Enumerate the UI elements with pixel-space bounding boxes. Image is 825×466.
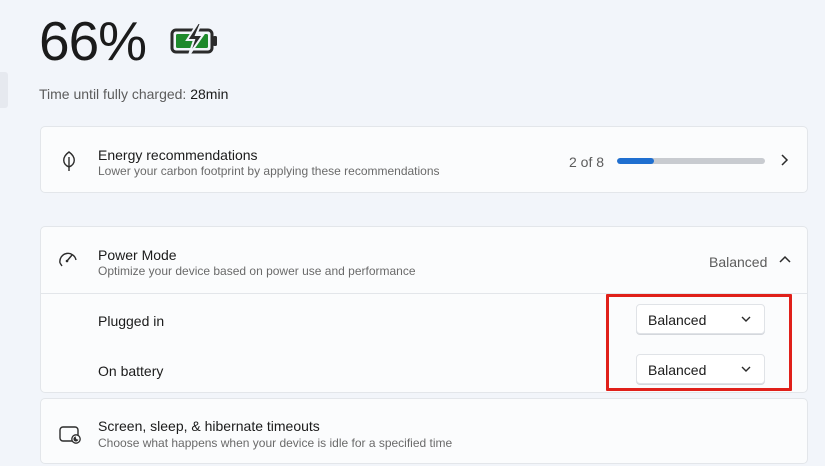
energy-progress-fill — [617, 158, 654, 164]
chevron-right-icon[interactable] — [779, 153, 791, 167]
power-mode-header[interactable]: Power Mode Optimize your device based on… — [41, 227, 807, 294]
nav-edge-indicator — [0, 72, 8, 108]
charge-time-label: Time until fully charged: — [39, 86, 187, 102]
screen-sleep-card[interactable]: Screen, sleep, & hibernate timeouts Choo… — [40, 398, 808, 464]
chevron-up-icon[interactable] — [778, 254, 792, 266]
power-mode-value: Balanced — [709, 254, 768, 270]
power-mode-title: Power Mode — [98, 247, 177, 263]
charge-time-value: 28min — [190, 86, 229, 102]
charge-time: Time until fully charged: 28min — [39, 86, 228, 102]
speedometer-icon — [59, 252, 77, 267]
screen-sleep-title: Screen, sleep, & hibernate timeouts — [98, 418, 320, 434]
energy-title: Energy recommendations — [98, 147, 258, 163]
battery-percent: 66% — [39, 10, 147, 72]
annotation-highlight-box — [606, 294, 792, 391]
on-battery-label: On battery — [98, 363, 164, 379]
screen-sleep-icon — [59, 426, 81, 444]
screen-sleep-subtitle: Choose what happens when your device is … — [98, 436, 453, 450]
plugged-in-label: Plugged in — [98, 313, 165, 329]
battery-charging-icon — [170, 22, 217, 56]
energy-recommendations-card[interactable]: Energy recommendations Lower your carbon… — [40, 126, 808, 193]
leaf-icon — [63, 151, 75, 171]
energy-progress-bar — [617, 158, 765, 164]
energy-subtitle: Lower your carbon footprint by applying … — [98, 164, 440, 178]
power-mode-subtitle: Optimize your device based on power use … — [98, 264, 416, 278]
energy-count: 2 of 8 — [569, 154, 605, 170]
